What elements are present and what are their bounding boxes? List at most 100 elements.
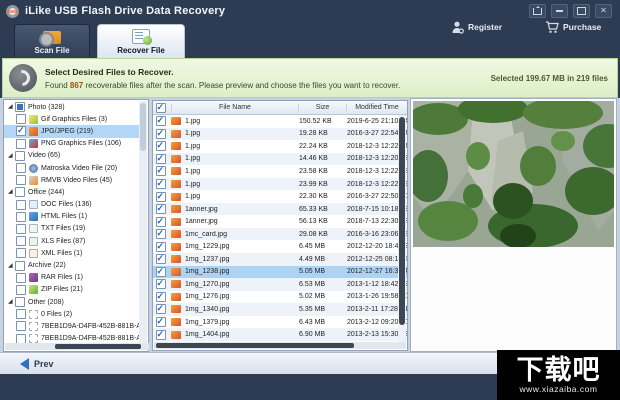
prev-button[interactable]: Prev: [20, 358, 54, 370]
tree-item[interactable]: TXT Files (19): [4, 223, 141, 235]
expander-icon[interactable]: ◢: [8, 104, 14, 110]
tree-item[interactable]: ZIP Files (21): [4, 284, 141, 296]
txt-file-icon: [29, 224, 38, 233]
table-row[interactable]: 1mg_1276.jpg5.02 MB2013-1-26 19:58:40: [153, 291, 407, 304]
register-button[interactable]: Register: [452, 19, 502, 35]
table-row[interactable]: 1.jpg22.30 KB2016-3-27 22:50:50: [153, 190, 407, 203]
tree-item-checkbox[interactable]: [15, 151, 25, 161]
table-row[interactable]: 1mg_1238.jpg5.05 MB2012-12-27 16:38:44: [153, 266, 407, 279]
table-row[interactable]: 1mg_1229.jpg6.45 MB2012-12-20 18:48:24: [153, 240, 407, 253]
tree-item[interactable]: 0 Files (2): [4, 308, 141, 320]
table-row[interactable]: 1.jpg14.46 KB2018-12-3 12:20:28: [153, 153, 407, 166]
file-checkbox[interactable]: [156, 304, 166, 314]
tree-item[interactable]: ◢Archive (22): [4, 259, 141, 271]
file-size: 23.58 KB: [299, 168, 347, 175]
minimize-button[interactable]: [551, 4, 568, 18]
tree-item[interactable]: XML Files (1): [4, 247, 141, 259]
tree-item-checkbox[interactable]: [16, 200, 26, 210]
file-checkbox[interactable]: [156, 154, 166, 164]
list-vertical-scrollbar[interactable]: [398, 115, 406, 344]
file-checkbox[interactable]: [156, 217, 166, 227]
tree-item-checkbox[interactable]: [16, 236, 26, 246]
tree-item-checkbox[interactable]: [15, 297, 25, 307]
tree-item-checkbox[interactable]: [16, 163, 26, 173]
tree-item-checkbox[interactable]: [15, 102, 25, 112]
tree-item-checkbox[interactable]: [16, 126, 26, 136]
tree-item[interactable]: DOC Files (136): [4, 199, 141, 211]
tree-item[interactable]: ◢Photo (328): [4, 101, 141, 113]
tree-vertical-scrollbar[interactable]: [139, 101, 147, 344]
select-all-checkbox[interactable]: [156, 103, 166, 113]
expander-icon[interactable]: ◢: [8, 263, 14, 269]
file-size: 150.52 KB: [299, 118, 347, 125]
table-row[interactable]: 1mg_1237.jpg4.49 MB2012-12-25 08:18:20: [153, 253, 407, 266]
tree-item[interactable]: 7BEB1D9A-D4FB-452B-881B-A1CEC7D2: [4, 320, 141, 332]
expander-icon[interactable]: ◢: [8, 299, 14, 305]
file-checkbox[interactable]: [156, 229, 166, 239]
tree-item-checkbox[interactable]: [16, 321, 26, 331]
tree-item-checkbox[interactable]: [16, 139, 26, 149]
list-horizontal-scrollbar[interactable]: [154, 342, 406, 349]
tree-horizontal-scrollbar[interactable]: [5, 343, 149, 350]
file-checkbox[interactable]: [156, 129, 166, 139]
maximize-button[interactable]: [573, 4, 590, 18]
expander-icon[interactable]: ◢: [8, 153, 14, 159]
table-row[interactable]: 1.jpg23.58 KB2018-12-3 12:22:48: [153, 165, 407, 178]
tab-recover-file[interactable]: Recover File: [97, 24, 185, 58]
file-checkbox[interactable]: [156, 141, 166, 151]
close-button[interactable]: ✕: [595, 4, 612, 18]
file-checkbox[interactable]: [156, 204, 166, 214]
tree-item[interactable]: RAR Files (1): [4, 272, 141, 284]
column-header-file-name[interactable]: File Name: [171, 104, 299, 111]
tree-item-checkbox[interactable]: [16, 273, 26, 283]
table-row[interactable]: 1anner.jpg56.13 KB2018-7-13 22:30:48: [153, 215, 407, 228]
column-header-modified-time[interactable]: Modified Time: [347, 104, 407, 111]
tree-item-checkbox[interactable]: [15, 261, 25, 271]
tab-scan-file[interactable]: Scan File: [14, 24, 90, 58]
tree-item-checkbox[interactable]: [16, 175, 26, 185]
tree-item[interactable]: XLS Files (87): [4, 235, 141, 247]
purchase-button[interactable]: Purchase: [545, 19, 601, 35]
tree-item-checkbox[interactable]: [16, 224, 26, 234]
table-row[interactable]: 1.jpg150.52 KB2019-6-25 21:10:14: [153, 115, 407, 128]
export-icon[interactable]: [529, 4, 546, 18]
file-checkbox[interactable]: [156, 166, 166, 176]
expander-icon[interactable]: ◢: [8, 189, 14, 195]
table-row[interactable]: 1.jpg22.24 KB2018-12-3 12:22:14: [153, 140, 407, 153]
tree-item[interactable]: JPG/JPEG (219): [4, 125, 141, 137]
table-row[interactable]: 1mg_1379.jpg6.43 MB2013-2-12 09:20:40: [153, 316, 407, 329]
tree-item[interactable]: ◢Other (208): [4, 296, 141, 308]
file-checkbox[interactable]: [156, 279, 166, 289]
file-checkbox[interactable]: [156, 267, 166, 277]
tree-item[interactable]: ◢Video (65): [4, 150, 141, 162]
file-checkbox[interactable]: [156, 116, 166, 126]
file-checkbox[interactable]: [156, 330, 166, 340]
file-checkbox[interactable]: [156, 292, 166, 302]
table-row[interactable]: 1mg_1270.jpg6.53 MB2013-1-12 18:42:12: [153, 278, 407, 291]
column-header-size[interactable]: Size: [299, 104, 347, 111]
table-row[interactable]: 1mg_1404.jpg6.90 MB2013-2-13 15:30:08: [153, 328, 407, 341]
tree-item-checkbox[interactable]: [16, 248, 26, 258]
tree-item[interactable]: Matroska Video File (20): [4, 162, 141, 174]
table-row[interactable]: 1.jpg23.99 KB2018-12-3 12:22:42: [153, 178, 407, 191]
tree-item-checkbox[interactable]: [16, 114, 26, 124]
tree-item[interactable]: Gif Graphics Files (3): [4, 113, 141, 125]
file-checkbox[interactable]: [156, 317, 166, 327]
tree-item[interactable]: ◢Office (244): [4, 186, 141, 198]
file-checkbox[interactable]: [156, 179, 166, 189]
file-checkbox[interactable]: [156, 242, 166, 252]
tree-item-checkbox[interactable]: [15, 187, 25, 197]
tree-item-label: Gif Graphics Files (3): [41, 116, 107, 123]
file-checkbox[interactable]: [156, 254, 166, 264]
table-row[interactable]: 1mc_card.jpg29.08 KB2016-3-16 23:06:28: [153, 228, 407, 241]
tree-item[interactable]: HTML Files (1): [4, 211, 141, 223]
file-checkbox[interactable]: [156, 192, 166, 202]
table-row[interactable]: 1anner.jpg65.33 KB2018-7-15 10:18:58: [153, 203, 407, 216]
tree-item-checkbox[interactable]: [16, 212, 26, 222]
tree-item-checkbox[interactable]: [16, 285, 26, 295]
table-row[interactable]: 1mg_1340.jpg5.35 MB2013-2-11 17:28:24: [153, 303, 407, 316]
tree-item-checkbox[interactable]: [16, 309, 26, 319]
table-row[interactable]: 1.jpg19.28 KB2016-3-27 22:54:34: [153, 128, 407, 141]
tree-item[interactable]: PNG Graphics Files (106): [4, 138, 141, 150]
tree-item[interactable]: RMVB Video Files (45): [4, 174, 141, 186]
